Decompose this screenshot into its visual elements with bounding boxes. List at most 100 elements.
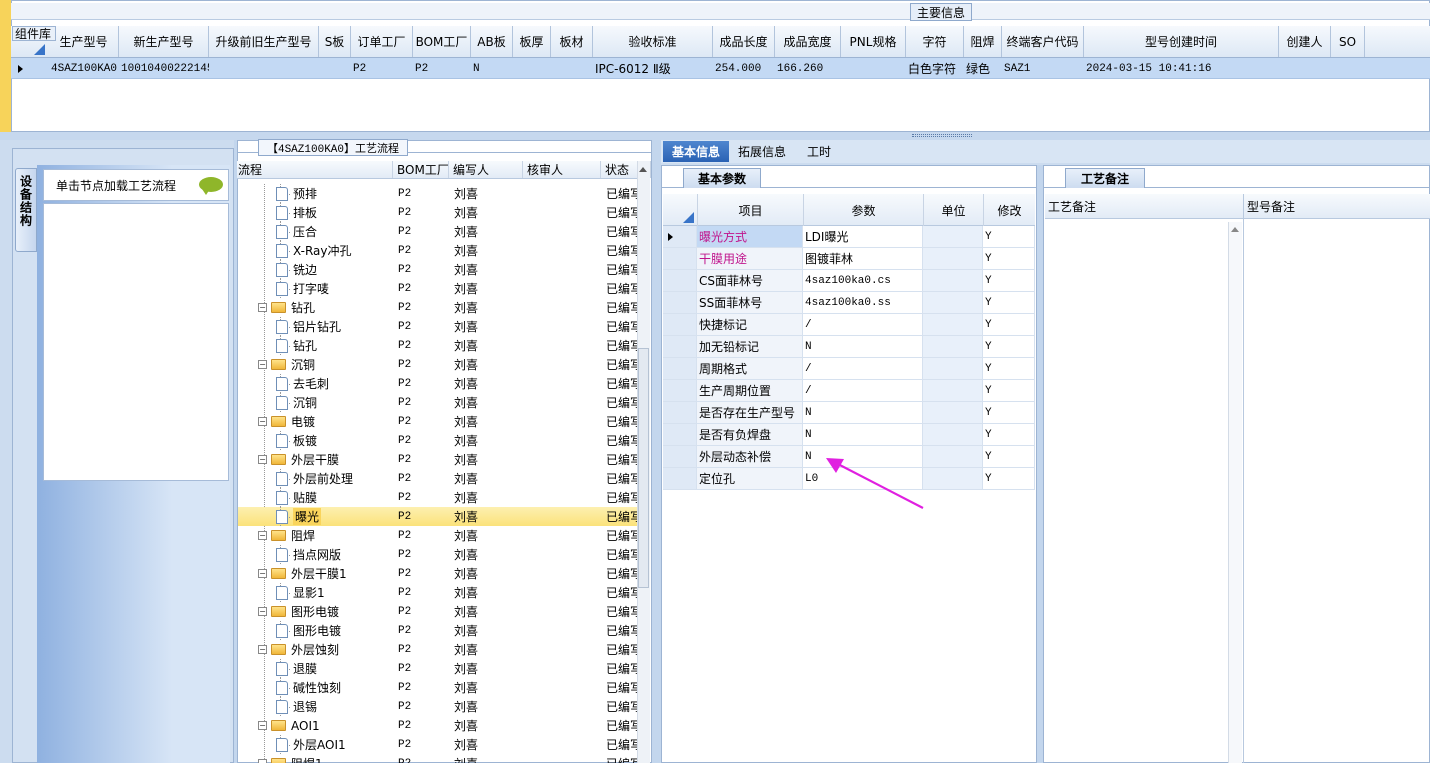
flow-tree-row[interactable]: 贴膜 P2 刘喜 已编写 xyxy=(238,488,637,507)
flow-tree-row[interactable]: 铣边 P2 刘喜 已编写 xyxy=(238,260,637,279)
row-header[interactable] xyxy=(663,270,697,292)
top-col-header[interactable]: AB板 xyxy=(471,26,513,57)
flow-step-name[interactable]: − 沉铜 xyxy=(258,355,394,374)
top-col-header[interactable]: 板厚 xyxy=(513,26,551,57)
flow-step-name[interactable]: 钻孔 xyxy=(276,336,394,355)
collapse-icon[interactable]: − xyxy=(258,721,267,730)
row-header[interactable] xyxy=(663,424,697,446)
flow-tree-row[interactable]: 排板 P2 刘喜 已编写 xyxy=(238,203,637,222)
top-cell[interactable]: N xyxy=(473,58,513,79)
top-col-header[interactable]: 升级前旧生产型号 xyxy=(209,26,319,57)
flow-col-header[interactable]: BOM工厂 xyxy=(393,161,449,178)
flow-step-name[interactable]: − 图形电镀 xyxy=(258,602,394,621)
top-cell[interactable]: IPC-6012 Ⅱ级 xyxy=(595,58,713,79)
notes-scrollbar[interactable] xyxy=(1228,222,1242,763)
param-value[interactable]: 4saz100ka0.cs xyxy=(803,270,923,292)
flow-step-name[interactable]: 外层前处理 xyxy=(276,469,394,488)
flow-tree-row[interactable]: 曝光 P2 刘喜 已编写 xyxy=(238,507,637,526)
flow-step-name[interactable]: 碱性蚀刻 xyxy=(276,678,394,697)
row-header[interactable] xyxy=(663,336,697,358)
flow-tree-row[interactable]: X-Ray冲孔 P2 刘喜 已编写 xyxy=(238,241,637,260)
top-cell[interactable]: 白色字符 xyxy=(908,58,964,79)
flow-step-name[interactable]: 板镀 xyxy=(276,431,394,450)
top-cell[interactable]: SAZ1 xyxy=(1004,58,1084,79)
flow-col-header[interactable]: 流程 xyxy=(237,161,393,178)
flow-tree-row[interactable]: 挡点网版 P2 刘喜 已编写 xyxy=(238,545,637,564)
flow-tree-row[interactable]: 图形电镀 P2 刘喜 已编写 xyxy=(238,621,637,640)
row-header[interactable] xyxy=(663,446,697,468)
top-cell[interactable] xyxy=(843,58,906,79)
collapse-icon[interactable]: − xyxy=(258,455,267,464)
top-cell[interactable] xyxy=(321,58,351,79)
top-col-header[interactable]: 新生产型号 xyxy=(119,26,209,57)
top-col-header[interactable]: PNL规格 xyxy=(841,26,906,57)
top-cell[interactable] xyxy=(1333,58,1365,79)
param-value[interactable]: N xyxy=(803,424,923,446)
flow-step-name[interactable]: − 电镀 xyxy=(258,412,394,431)
flow-step-name[interactable]: − 阻焊1 xyxy=(258,754,394,763)
flow-step-name[interactable]: 压合 xyxy=(276,222,394,241)
top-col-header[interactable]: 终端客户代码 xyxy=(1002,26,1084,57)
top-col-header[interactable]: 成品长度 xyxy=(713,26,775,57)
flow-tree-row[interactable]: − 钻孔 P2 刘喜 已编写 xyxy=(238,298,637,317)
flow-step-name[interactable]: − 外层干膜 xyxy=(258,450,394,469)
top-col-header[interactable]: 板材 xyxy=(551,26,593,57)
top-grid-row[interactable]: 4SAZ100KA0 10010400222145 P2 P2 N IPC-6012 Ⅱ级… xyxy=(11,58,1430,79)
param-edit[interactable]: Y xyxy=(983,402,1035,424)
detail-tab[interactable]: 拓展信息 xyxy=(731,141,793,162)
param-value[interactable]: / xyxy=(803,358,923,380)
flow-tree-row[interactable]: 退锡 P2 刘喜 已编写 xyxy=(238,697,637,716)
top-cell[interactable]: 166.260 xyxy=(777,58,841,79)
param-edit[interactable]: Y xyxy=(983,468,1035,490)
flow-title-tab[interactable]: 【4SAZ100KA0】工艺流程 xyxy=(258,139,408,156)
param-edit[interactable]: Y xyxy=(983,226,1035,248)
notes-tab[interactable]: 工艺备注 xyxy=(1065,168,1145,188)
flow-step-name[interactable]: − 阻焊 xyxy=(258,526,394,545)
flow-tree-row[interactable]: − 阻焊 P2 刘喜 已编写 xyxy=(238,526,637,545)
top-cell[interactable]: 10010400222145 xyxy=(121,58,209,79)
middle-splitter[interactable] xyxy=(652,140,661,763)
param-edit[interactable]: Y xyxy=(983,270,1035,292)
param-edit[interactable]: Y xyxy=(983,336,1035,358)
param-value[interactable]: N xyxy=(803,402,923,424)
row-header[interactable] xyxy=(663,292,697,314)
flow-tree-row[interactable]: 退膜 P2 刘喜 已编写 xyxy=(238,659,637,678)
param-row[interactable]: 干膜用途 图镀菲林 Y xyxy=(663,248,1035,270)
flow-tree-row[interactable]: 预排 P2 刘喜 已编写 xyxy=(238,184,637,203)
flow-step-name[interactable]: 挡点网版 xyxy=(276,545,394,564)
collapse-icon[interactable]: − xyxy=(258,607,267,616)
top-cell[interactable] xyxy=(515,58,551,79)
flow-tree-row[interactable]: 钻孔 P2 刘喜 已编写 xyxy=(238,336,637,355)
flow-tree-row[interactable]: 板镀 P2 刘喜 已编写 xyxy=(238,431,637,450)
top-cell[interactable] xyxy=(1281,58,1331,79)
top-cell[interactable]: 绿色 xyxy=(966,58,1002,79)
row-header[interactable] xyxy=(663,380,697,402)
flow-step-name[interactable]: − 钻孔 xyxy=(258,298,394,317)
collapse-icon[interactable]: − xyxy=(258,569,267,578)
flow-step-name[interactable]: 铝片钻孔 xyxy=(276,317,394,336)
flow-step-name[interactable]: 显影1 xyxy=(276,583,394,602)
flow-step-name[interactable]: 打字唛 xyxy=(276,279,394,298)
flow-tree-row[interactable]: 显影1 P2 刘喜 已编写 xyxy=(238,583,637,602)
row-header[interactable] xyxy=(663,314,697,336)
flow-step-name[interactable]: 曝光 xyxy=(276,507,394,526)
top-cell[interactable]: P2 xyxy=(353,58,413,79)
param-row[interactable]: 曝光方式 LDI曝光 Y xyxy=(663,226,1035,248)
flow-tree-row[interactable]: − AOI1 P2 刘喜 已编写 xyxy=(238,716,637,735)
row-header[interactable] xyxy=(663,468,697,490)
top-col-header[interactable]: SO xyxy=(1331,26,1365,57)
param-value[interactable]: / xyxy=(803,314,923,336)
vertical-tab-device-structure[interactable]: 设备结构 xyxy=(15,168,37,252)
param-value[interactable]: LDI曝光 xyxy=(803,226,923,248)
flow-step-name[interactable]: 铣边 xyxy=(276,260,394,279)
param-col-header[interactable]: 参数 xyxy=(803,194,923,226)
component-library-label[interactable]: 组件库 xyxy=(12,26,56,41)
collapse-icon[interactable]: − xyxy=(258,417,267,426)
top-col-header[interactable]: 生产型号 xyxy=(49,26,119,57)
top-col-header[interactable]: 阻焊 xyxy=(964,26,1002,57)
param-row[interactable]: 周期格式 / Y xyxy=(663,358,1035,380)
params-tab[interactable]: 基本参数 xyxy=(683,168,761,188)
flow-scroll-thumb[interactable] xyxy=(638,348,649,588)
param-value[interactable]: / xyxy=(803,380,923,402)
flow-tree-row[interactable]: − 阻焊1 P2刘喜 已编写 xyxy=(238,754,637,763)
